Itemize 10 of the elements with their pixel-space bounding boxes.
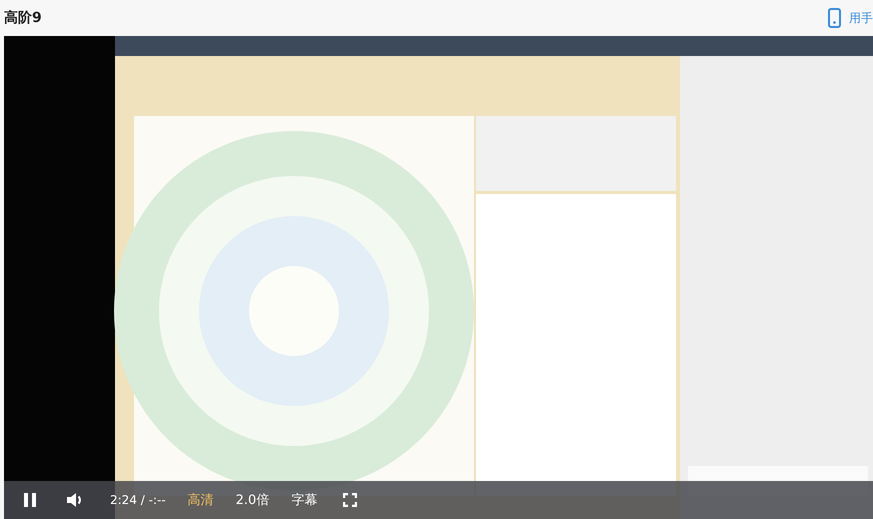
player-option-button[interactable]: 字幕 <box>291 491 318 509</box>
player-option-button[interactable]: 高清 <box>188 491 214 509</box>
page-title: 高阶9 <box>4 9 42 27</box>
app-link[interactable]: 用手 <box>849 10 873 26</box>
playback-time: 2:24 / -:-- <box>110 493 166 507</box>
play-pause-button[interactable] <box>24 493 36 507</box>
volume-icon[interactable] <box>66 492 84 508</box>
fullscreen-icon[interactable] <box>343 493 358 507</box>
phone-icon <box>828 8 841 28</box>
player-option-button[interactable]: 2.0倍 <box>236 491 270 509</box>
